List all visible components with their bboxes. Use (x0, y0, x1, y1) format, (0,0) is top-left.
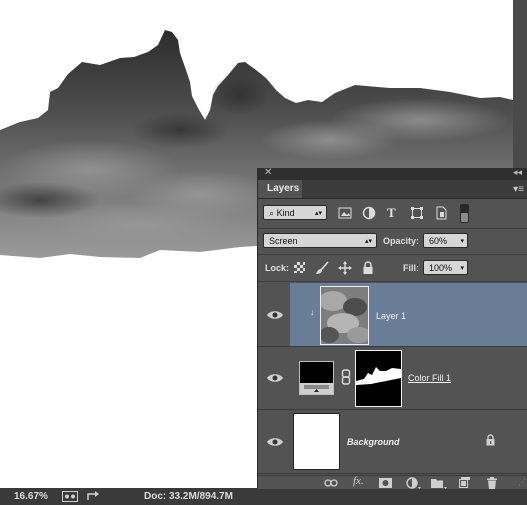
window-edge (513, 0, 527, 170)
blend-mode-value: Screen (269, 236, 298, 246)
filter-kind-dropdown[interactable]: ⌕ Kind ▴▾ (263, 205, 327, 220)
layer-name[interactable]: Background (347, 437, 400, 447)
lock-transparency-icon[interactable] (294, 262, 305, 273)
pixel-filter-icon[interactable] (338, 206, 352, 220)
layers-panel: ✕ ◂◂ Layers ▾≡ ⌕ Kind ▴▾ T Screen ▴▾ Opa… (257, 167, 527, 489)
panel-titlebar: ✕ ◂◂ (258, 167, 527, 180)
share-icon[interactable] (62, 491, 78, 502)
fill-field[interactable]: 100% ▾ (423, 260, 468, 275)
new-layer-icon[interactable] (458, 477, 470, 489)
fill-layer-thumbnail (299, 361, 334, 395)
lock-pixels-brush-icon[interactable] (315, 261, 329, 275)
add-mask-icon[interactable] (379, 478, 392, 488)
opacity-field[interactable]: 60% ▾ (423, 233, 468, 248)
layer-mask-thumbnail (355, 350, 402, 407)
clipping-mask-icon: ↓ (310, 307, 315, 317)
eye-icon[interactable] (266, 309, 284, 321)
filter-toggle-switch[interactable] (460, 204, 469, 223)
panel-tabs: Layers ▾≡ (258, 180, 527, 199)
fill-value: 100% (429, 263, 453, 273)
layer-name[interactable]: Layer 1 (376, 311, 406, 321)
blend-row: Screen ▴▾ Opacity: 60% ▾ (258, 229, 527, 255)
layer-row-layer-1[interactable]: ↓ Layer 1 (258, 283, 527, 347)
link-layers-icon[interactable] (324, 478, 338, 488)
type-filter-icon[interactable]: T (387, 205, 396, 221)
zoom-level[interactable]: 16.67% (14, 491, 48, 502)
dropdown-arrow-icon: ▴▾ (364, 238, 372, 245)
lock-row: Lock: Fill: 100% ▾ (258, 255, 527, 282)
fill-label: Fill: (403, 263, 419, 273)
export-icon[interactable] (86, 491, 102, 502)
dropdown-arrow-icon: ▾ (460, 238, 464, 245)
lock-icon (486, 434, 495, 446)
new-group-folder-icon[interactable] (431, 478, 447, 489)
eye-icon[interactable] (266, 436, 284, 448)
panel-menu-icon[interactable]: ▾≡ (513, 184, 524, 195)
document-size: Doc: 33.2M/894.7M (144, 491, 233, 502)
lock-label: Lock: (265, 263, 290, 273)
blend-mode-dropdown[interactable]: Screen ▴▾ (263, 233, 377, 248)
search-icon: ⌕ (269, 208, 275, 218)
status-bar: 16.67% Doc: 33.2M/894.7M (0, 488, 527, 505)
layer-name[interactable]: Color Fill 1 (408, 373, 451, 383)
smart-object-filter-icon[interactable] (434, 206, 448, 220)
panel-bottom-toolbar: fx. ⋰ (258, 475, 527, 489)
tab-layers[interactable]: Layers (258, 180, 302, 198)
filter-row: ⌕ Kind ▴▾ T (258, 199, 527, 229)
shape-filter-icon[interactable] (410, 206, 424, 220)
filter-kind-label: Kind (276, 208, 295, 218)
lock-position-move-icon[interactable] (338, 261, 352, 275)
layer-row-background[interactable]: Background (258, 410, 527, 474)
background-thumbnail (293, 413, 340, 470)
close-icon[interactable]: ✕ (264, 167, 272, 178)
link-chain-icon[interactable] (341, 369, 351, 385)
layer-row-color-fill-1[interactable]: Color Fill 1 (258, 347, 527, 410)
layer-1-thumbnail (320, 286, 369, 345)
collapse-icon[interactable]: ◂◂ (513, 167, 522, 178)
trash-icon[interactable] (486, 477, 498, 489)
resize-grip-icon[interactable]: ⋰ (518, 478, 526, 487)
fx-layer-style-icon[interactable]: fx. (353, 475, 364, 487)
opacity-label: Opacity: (383, 236, 420, 246)
dropdown-arrow-icon: ▴▾ (314, 210, 322, 217)
lock-all-icon[interactable] (361, 261, 375, 275)
adjustment-layer-icon[interactable] (406, 477, 422, 489)
dropdown-arrow-icon: ▾ (460, 265, 464, 272)
adjustment-filter-icon[interactable] (362, 206, 376, 220)
opacity-value: 60% (429, 236, 448, 246)
eye-icon[interactable] (266, 372, 284, 384)
